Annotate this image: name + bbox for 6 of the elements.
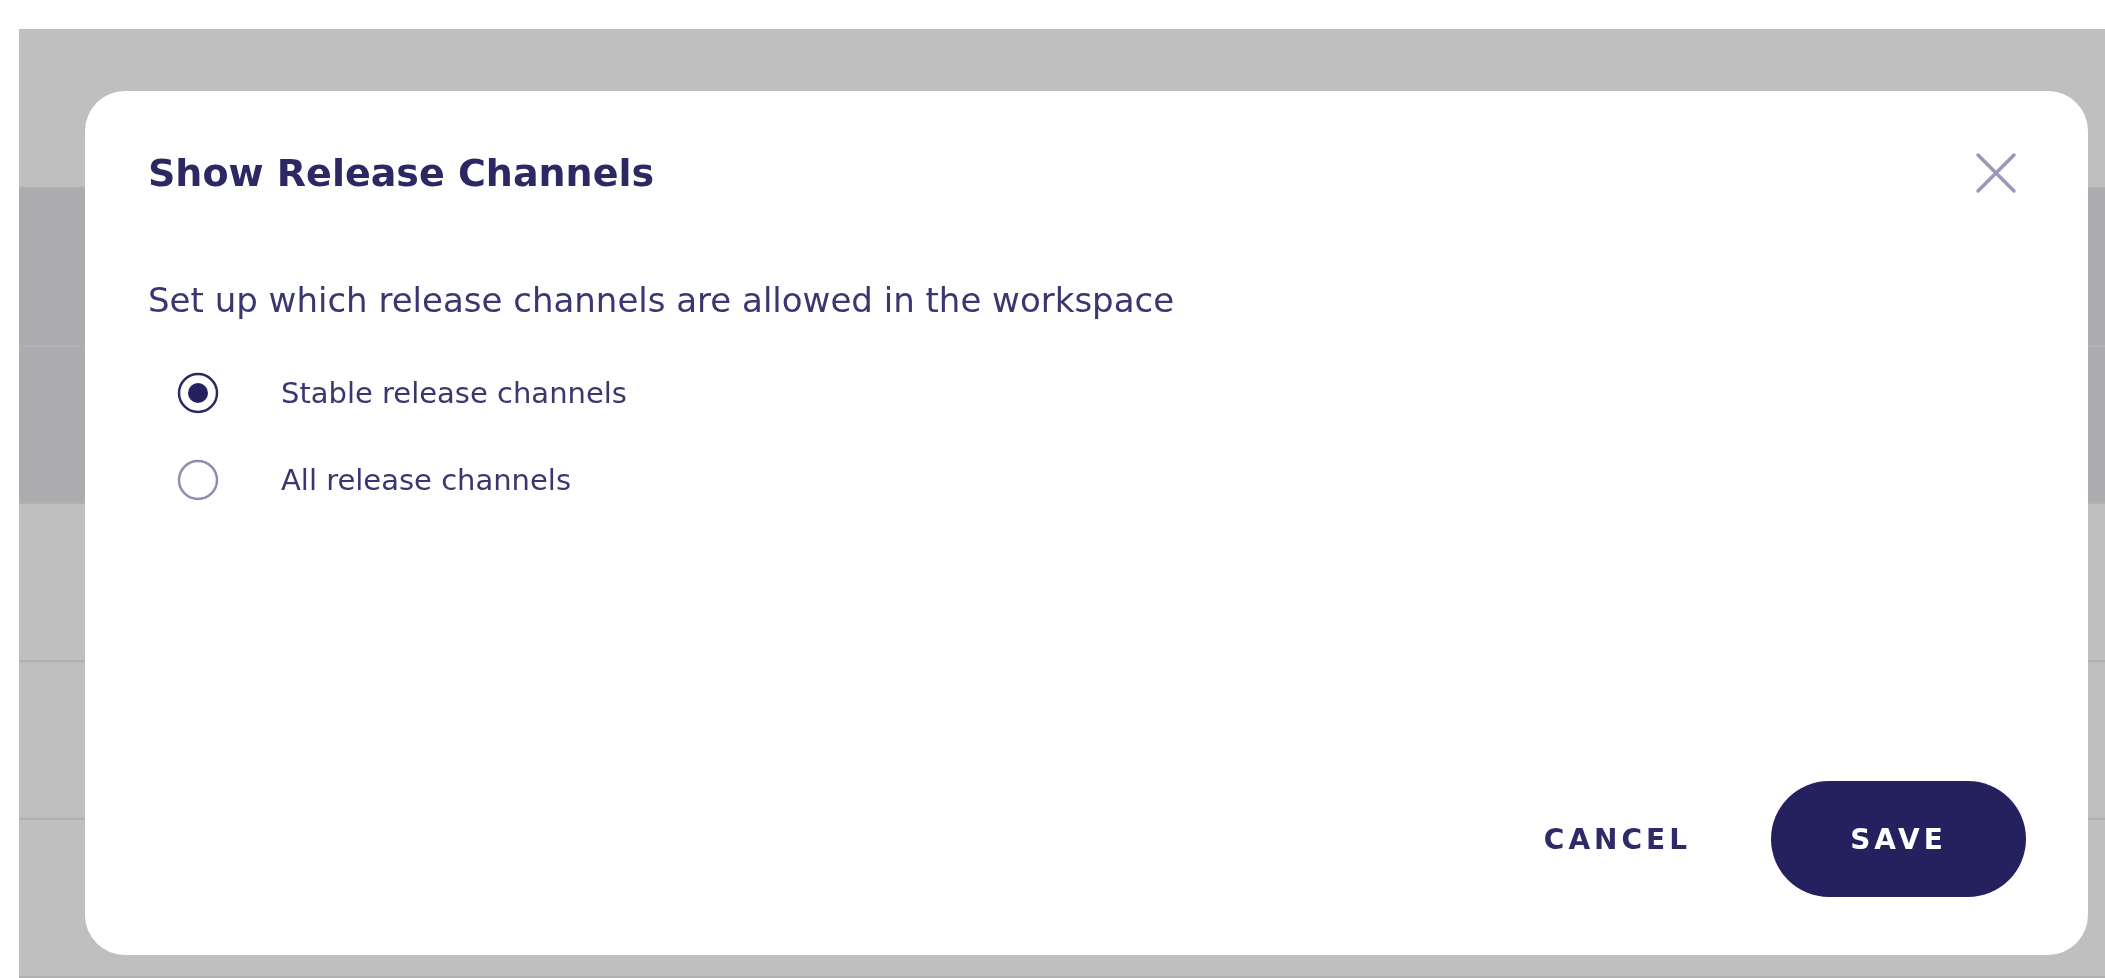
option-label[interactable]: Stable release channels — [281, 376, 627, 410]
save-button[interactable]: SAVE — [1771, 781, 2026, 897]
cancel-button[interactable]: CANCEL — [1533, 812, 1701, 866]
option-label[interactable]: All release channels — [281, 463, 571, 497]
dialog-title: Show Release Channels — [148, 151, 655, 195]
dialog-description: Set up which release channels are allowed in the workspace — [148, 280, 1176, 320]
